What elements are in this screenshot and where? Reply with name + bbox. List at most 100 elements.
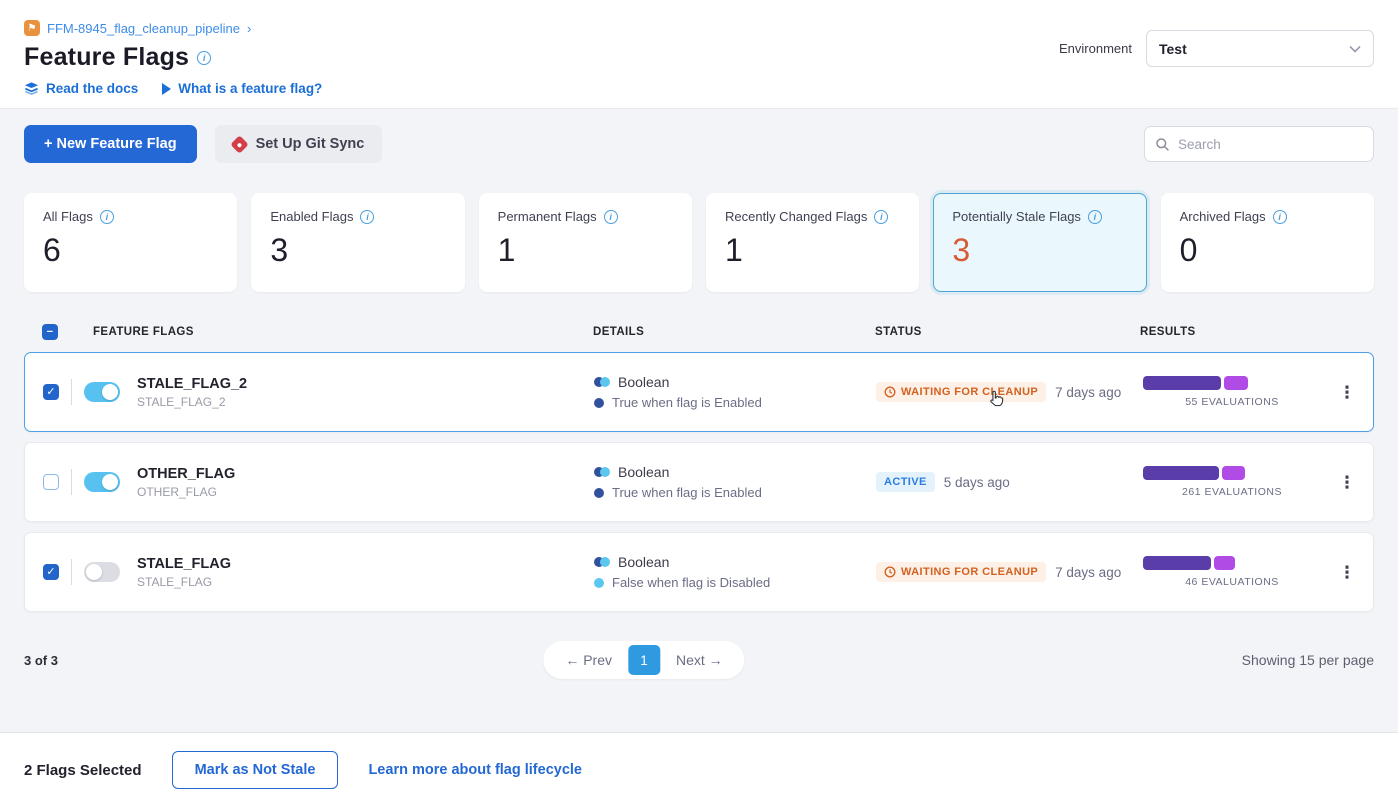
- boolean-type-icon: [594, 557, 610, 567]
- evaluations-label: 46 EVALUATIONS: [1185, 576, 1279, 588]
- status-badge[interactable]: WAITING FOR CLEANUP: [876, 562, 1046, 582]
- evaluations-bar: [1143, 376, 1248, 390]
- toolbar: + New Feature Flag Set Up Git Sync: [24, 125, 1374, 163]
- kebab-menu-icon[interactable]: ⋮: [1331, 380, 1364, 405]
- status-age: 5 days ago: [944, 475, 1010, 490]
- details-cell: Boolean True when flag is Enabled: [594, 464, 876, 500]
- project-icon: ⚑: [24, 20, 40, 36]
- column-header-results: RESULTS: [1140, 326, 1320, 338]
- environment-select[interactable]: Test: [1146, 30, 1374, 67]
- column-header-flags: FEATURE FLAGS: [93, 326, 194, 338]
- variation-label: True when flag is Enabled: [612, 395, 762, 410]
- play-icon: [162, 83, 171, 95]
- what-is-flag-link[interactable]: What is a feature flag?: [162, 81, 322, 96]
- stat-card[interactable]: Archived Flags i 0: [1161, 193, 1374, 292]
- column-header-details: DETAILS: [593, 326, 875, 338]
- search-input[interactable]: [1178, 137, 1363, 152]
- breadcrumb-chevron-icon: ›: [247, 21, 251, 36]
- stat-card[interactable]: Potentially Stale Flags i 3: [933, 193, 1146, 292]
- divider: [71, 379, 72, 405]
- cursor-pointer: [987, 389, 1006, 415]
- page-title: Feature Flags: [24, 43, 189, 72]
- variation-dot-icon: [594, 398, 604, 408]
- status-cell: WAITING FOR CLEANUP 7 days ago: [876, 562, 1141, 582]
- stat-card[interactable]: All Flags i 6: [24, 193, 237, 292]
- stat-card-label: Potentially Stale Flags: [952, 209, 1081, 224]
- page-count: 3 of 3: [24, 653, 58, 668]
- divider: [71, 559, 72, 585]
- prev-button[interactable]: ← Prev: [549, 652, 628, 668]
- flag-toggle[interactable]: [84, 562, 120, 582]
- flag-type: Boolean: [618, 374, 669, 390]
- table-row[interactable]: ✓ OTHER_FLAG OTHER_FLAG Boolean True whe…: [24, 442, 1374, 522]
- status-cell: ACTIVE 5 days ago: [876, 472, 1141, 492]
- clock-icon: [884, 566, 896, 578]
- status-age: 7 days ago: [1055, 385, 1121, 400]
- breadcrumb-project[interactable]: FFM-8945_flag_cleanup_pipeline: [47, 21, 240, 36]
- clock-icon: [884, 386, 896, 398]
- info-icon[interactable]: i: [604, 210, 618, 224]
- info-icon[interactable]: i: [1273, 210, 1287, 224]
- flag-lifecycle-link[interactable]: Learn more about flag lifecycle: [368, 762, 582, 778]
- page-1-button[interactable]: 1: [628, 645, 660, 675]
- status-text: WAITING FOR CLEANUP: [901, 566, 1038, 578]
- title-info-icon[interactable]: i: [197, 51, 211, 65]
- search-icon: [1155, 137, 1170, 152]
- chevron-down-icon: [1349, 45, 1361, 53]
- stat-card[interactable]: Enabled Flags i 3: [251, 193, 464, 292]
- flag-toggle[interactable]: [84, 472, 120, 492]
- flag-type: Boolean: [618, 464, 669, 480]
- kebab-menu-icon[interactable]: ⋮: [1331, 470, 1364, 495]
- flag-name: STALE_FLAG: [137, 556, 231, 572]
- status-badge[interactable]: WAITING FOR CLEANUP: [876, 382, 1046, 402]
- new-feature-flag-button[interactable]: + New Feature Flag: [24, 125, 197, 163]
- boolean-type-icon: [594, 377, 610, 387]
- evaluations-label: 261 EVALUATIONS: [1182, 486, 1282, 498]
- variation-label: True when flag is Enabled: [612, 485, 762, 500]
- stat-cards: All Flags i 6 Enabled Flags i 3 Permanen…: [24, 193, 1374, 292]
- search-box[interactable]: [1144, 126, 1374, 162]
- mark-not-stale-button[interactable]: Mark as Not Stale: [172, 751, 339, 789]
- next-button[interactable]: Next →: [660, 652, 739, 668]
- main-content: + New Feature Flag Set Up Git Sync All F…: [0, 109, 1398, 732]
- flag-id: STALE_FLAG_2: [137, 395, 247, 409]
- stat-card-label: All Flags: [43, 209, 93, 224]
- status-text: WAITING FOR CLEANUP: [901, 386, 1038, 398]
- row-checkbox[interactable]: ✓: [43, 384, 59, 400]
- pagination: 3 of 3 ← Prev 1 Next → Showing 15 per pa…: [24, 640, 1374, 680]
- table-header: − FEATURE FLAGS DETAILS STATUS RESULTS: [24, 312, 1374, 352]
- stat-card-value: 6: [43, 232, 218, 269]
- page-header: ⚑ FFM-8945_flag_cleanup_pipeline › Featu…: [0, 0, 1398, 109]
- select-all-checkbox[interactable]: −: [42, 324, 58, 340]
- flag-name: OTHER_FLAG: [137, 466, 235, 482]
- selected-count: 2 Flags Selected: [24, 762, 142, 779]
- stat-card-label: Permanent Flags: [498, 209, 597, 224]
- stat-card-label: Recently Changed Flags: [725, 209, 867, 224]
- table-row[interactable]: ✓ STALE_FLAG STALE_FLAG Boolean False wh…: [24, 532, 1374, 612]
- read-docs-link[interactable]: Read the docs: [24, 81, 138, 96]
- info-icon[interactable]: i: [874, 210, 888, 224]
- stat-card[interactable]: Recently Changed Flags i 1: [706, 193, 919, 292]
- flag-type: Boolean: [618, 554, 669, 570]
- row-checkbox[interactable]: ✓: [43, 564, 59, 580]
- stat-card[interactable]: Permanent Flags i 1: [479, 193, 692, 292]
- kebab-menu-icon[interactable]: ⋮: [1331, 560, 1364, 585]
- table-row[interactable]: ✓ STALE_FLAG_2 STALE_FLAG_2 Boolean True…: [24, 352, 1374, 432]
- environment-value: Test: [1159, 41, 1187, 57]
- row-checkbox[interactable]: ✓: [43, 474, 59, 490]
- git-sync-button[interactable]: Set Up Git Sync: [215, 125, 383, 163]
- stat-card-value: 3: [270, 232, 445, 269]
- status-badge[interactable]: ACTIVE: [876, 472, 935, 492]
- stat-card-label: Archived Flags: [1180, 209, 1266, 224]
- variation-label: False when flag is Disabled: [612, 575, 770, 590]
- details-cell: Boolean False when flag is Disabled: [594, 554, 876, 590]
- info-icon[interactable]: i: [1088, 210, 1102, 224]
- flag-toggle[interactable]: [84, 382, 120, 402]
- evaluations-bar: [1143, 556, 1235, 570]
- docs-icon: [24, 81, 39, 96]
- info-icon[interactable]: i: [360, 210, 374, 224]
- flag-table-body: ✓ STALE_FLAG_2 STALE_FLAG_2 Boolean True…: [24, 352, 1374, 612]
- column-header-status: STATUS: [875, 326, 1140, 338]
- info-icon[interactable]: i: [100, 210, 114, 224]
- status-text: ACTIVE: [884, 476, 927, 488]
